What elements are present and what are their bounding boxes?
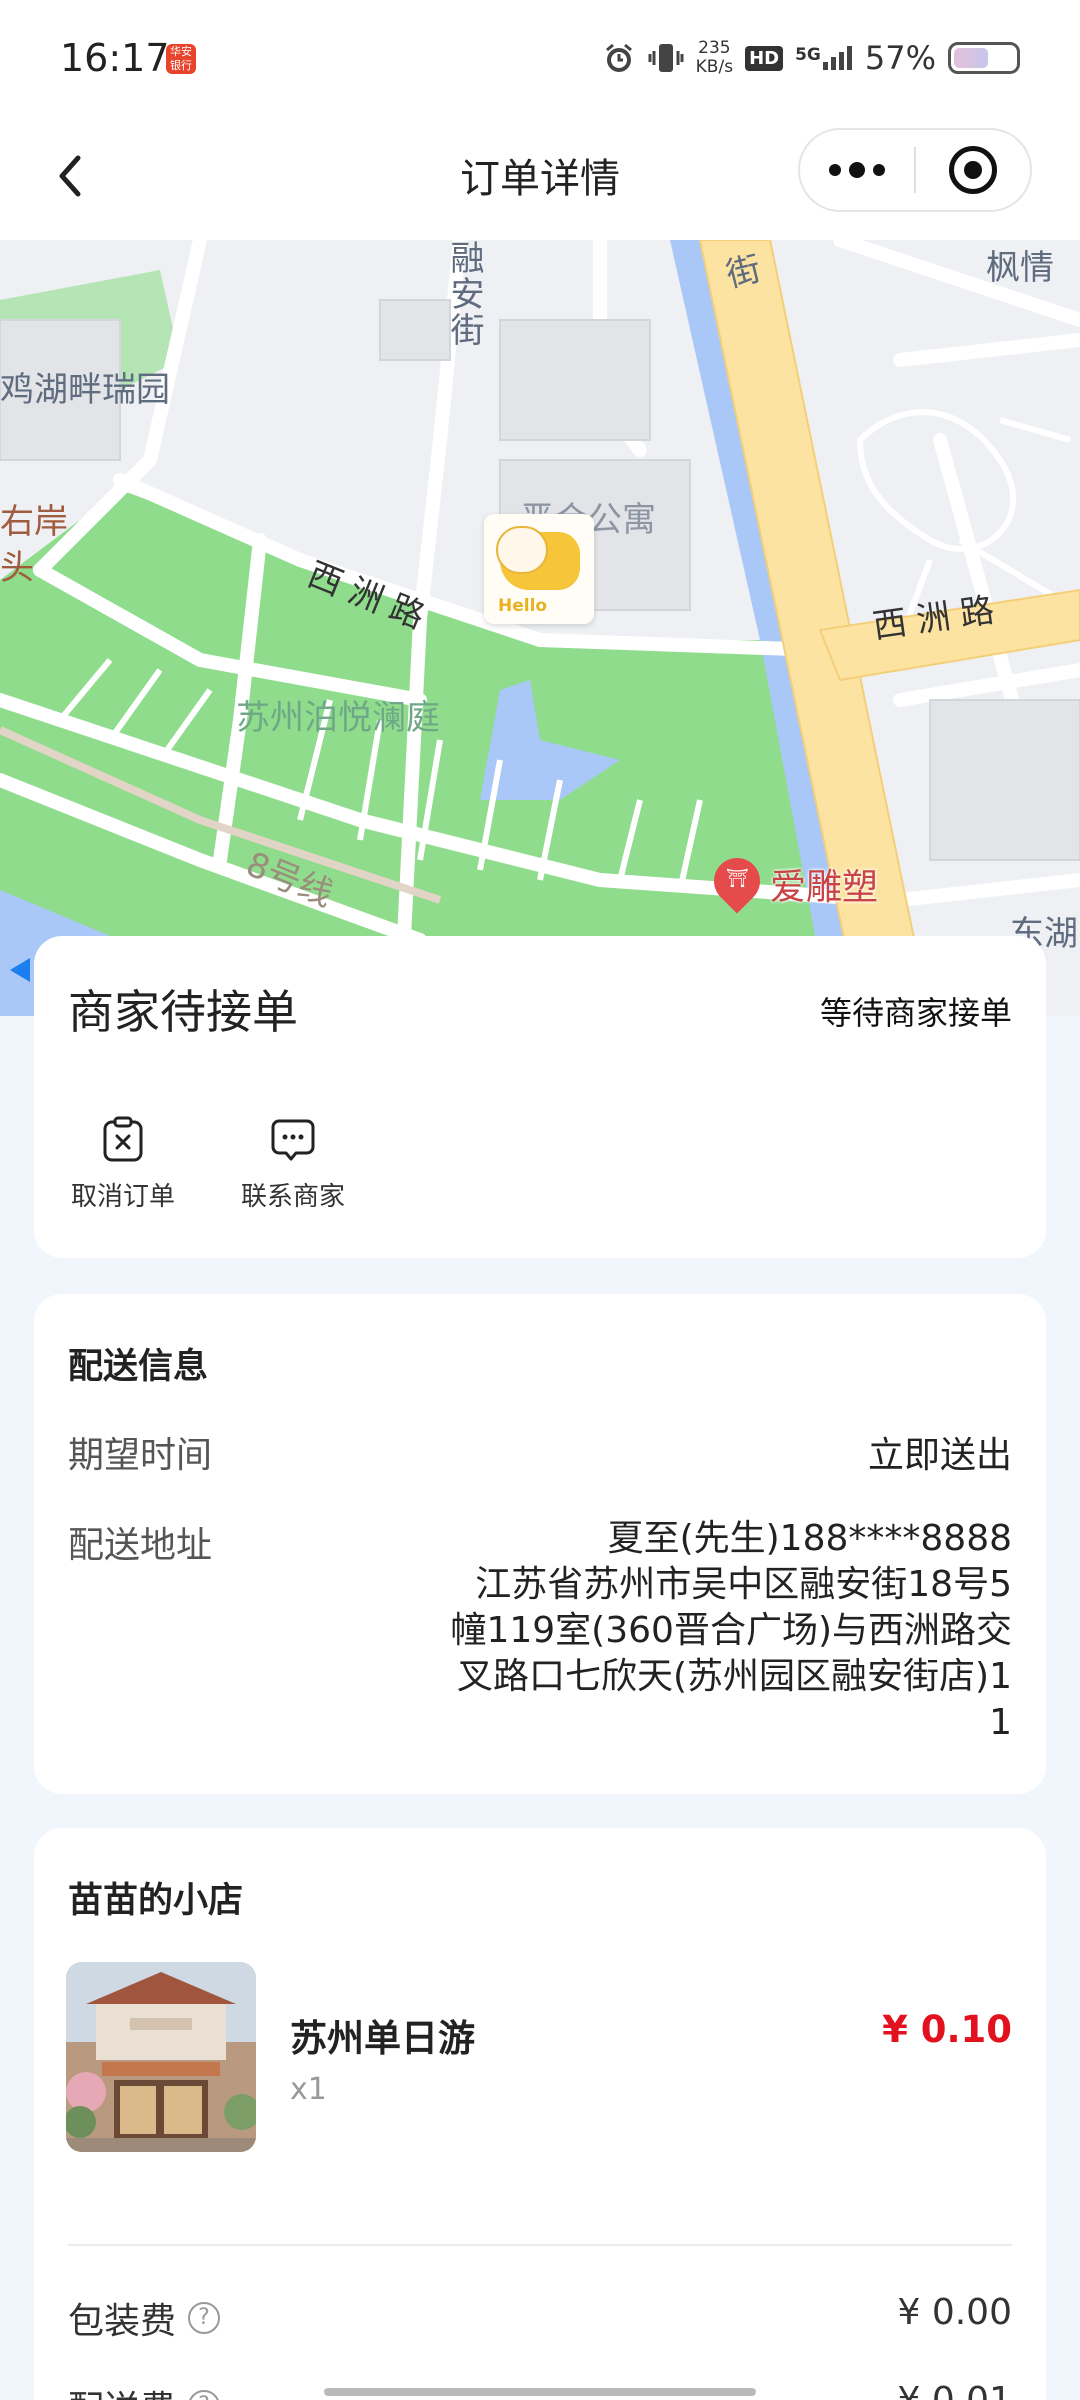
cancel-order-button[interactable]: 取消订单: [68, 1116, 178, 1213]
product-image[interactable]: [66, 1962, 256, 2152]
order-status-card: 商家待接单 等待商家接单 取消订单 联系商家: [34, 936, 1046, 1258]
status-bar: 16:17 华安 银行 235 KB/s HD 5G 57%: [0, 0, 1080, 120]
more-menu-button[interactable]: [800, 130, 914, 210]
divider: [68, 2244, 1012, 2246]
expected-time-label: 期望时间: [68, 1435, 213, 1476]
help-icon[interactable]: ?: [188, 2302, 221, 2334]
close-mini-program-button[interactable]: [916, 130, 1030, 210]
order-items-card: 苗苗的小店 苏州单日游 x1 ¥ 0.10 包装费 ? ¥ 0.00 配送费 ?…: [34, 1828, 1046, 2400]
delivery-info-card: 配送信息 期望时间 立即送出 配送地址 夏至(先生)188****8888 江苏…: [34, 1294, 1046, 1794]
more-dot-icon: [873, 164, 885, 176]
app-notification-icon: 华安 银行: [166, 44, 196, 74]
poi-label: 爱雕塑: [770, 867, 879, 908]
order-status-note: 等待商家接单: [819, 994, 1012, 1032]
order-status-title: 商家待接单: [68, 985, 298, 1039]
home-indicator[interactable]: [324, 2388, 756, 2396]
delivery-address: 夏至(先生)188****8888 江苏省苏州市吴中区融安街18号5 幢119室…: [392, 1516, 1012, 1746]
address-label: 配送地址: [68, 1525, 213, 1566]
map-label-area: 右岸: [0, 502, 68, 542]
address-line: 江苏省苏州市吴中区融安街18号5: [475, 1564, 1012, 1605]
delivery-section-title: 配送信息: [68, 1347, 209, 1387]
map-label-area: 枫情: [986, 248, 1054, 288]
hd-icon: HD: [745, 45, 784, 71]
status-time: 16:17: [60, 36, 170, 80]
gate-icon: ⛩: [726, 868, 749, 889]
nav-bar: 订单详情: [0, 120, 1080, 240]
delivery-map[interactable]: 融安街 街 枫情 鸡湖畔瑞园 右岸 头 晋合公寓 西洲路 西洲路 苏州泊悦澜庭 …: [0, 240, 1080, 1016]
more-dot-icon: [829, 164, 841, 176]
packaging-fee-label: 包装费 ?: [68, 2292, 221, 2344]
delivery-fee-value: ¥ 0.01: [897, 2380, 1012, 2400]
signal-icon: [822, 46, 852, 70]
product-name: 苏州单日游: [290, 2017, 475, 2060]
shop-name[interactable]: 苗苗的小店: [68, 1872, 243, 1923]
alarm-icon: [605, 43, 632, 72]
expected-time-value: 立即送出: [867, 1435, 1012, 1476]
status-indicators: 235 KB/s HD 5G 57%: [602, 34, 1020, 82]
address-line: 1: [989, 1702, 1012, 1743]
address-line: 叉路口七欣天(苏州园区融安街店)1: [457, 1656, 1012, 1697]
map-label-area: 头: [0, 548, 34, 588]
contact-merchant-button[interactable]: 联系商家: [238, 1116, 348, 1213]
help-icon[interactable]: ?: [188, 2390, 221, 2400]
packaging-fee-value: ¥ 0.00: [897, 2292, 1012, 2333]
more-dot-icon: [849, 162, 865, 178]
signal-indicator: 5G: [795, 46, 853, 70]
address-line: 夏至(先生)188****8888: [607, 1518, 1012, 1559]
shop-location-marker[interactable]: Hello: [484, 514, 594, 624]
vibrate-icon: [648, 44, 684, 72]
map-label-area: 鸡湖畔瑞园: [0, 370, 170, 410]
delivery-fee-label: 配送费 ?: [68, 2380, 221, 2400]
target-icon: [948, 146, 997, 194]
cancel-order-icon: [100, 1116, 146, 1162]
chat-icon: [270, 1116, 316, 1162]
address-line: 幢119室(360晋合广场)与西洲路交: [450, 1610, 1012, 1651]
mini-program-capsule: [798, 128, 1032, 212]
product-price: ¥ 0.10: [882, 2008, 1012, 2051]
map-label-area: 苏州泊悦澜庭: [236, 698, 440, 738]
battery-percent: 57%: [864, 39, 936, 77]
map-label-street: 融安街: [444, 240, 484, 348]
battery-icon: [948, 42, 1020, 74]
product-quantity: x1: [290, 2072, 327, 2107]
net-speed: 235 KB/s: [695, 38, 734, 77]
